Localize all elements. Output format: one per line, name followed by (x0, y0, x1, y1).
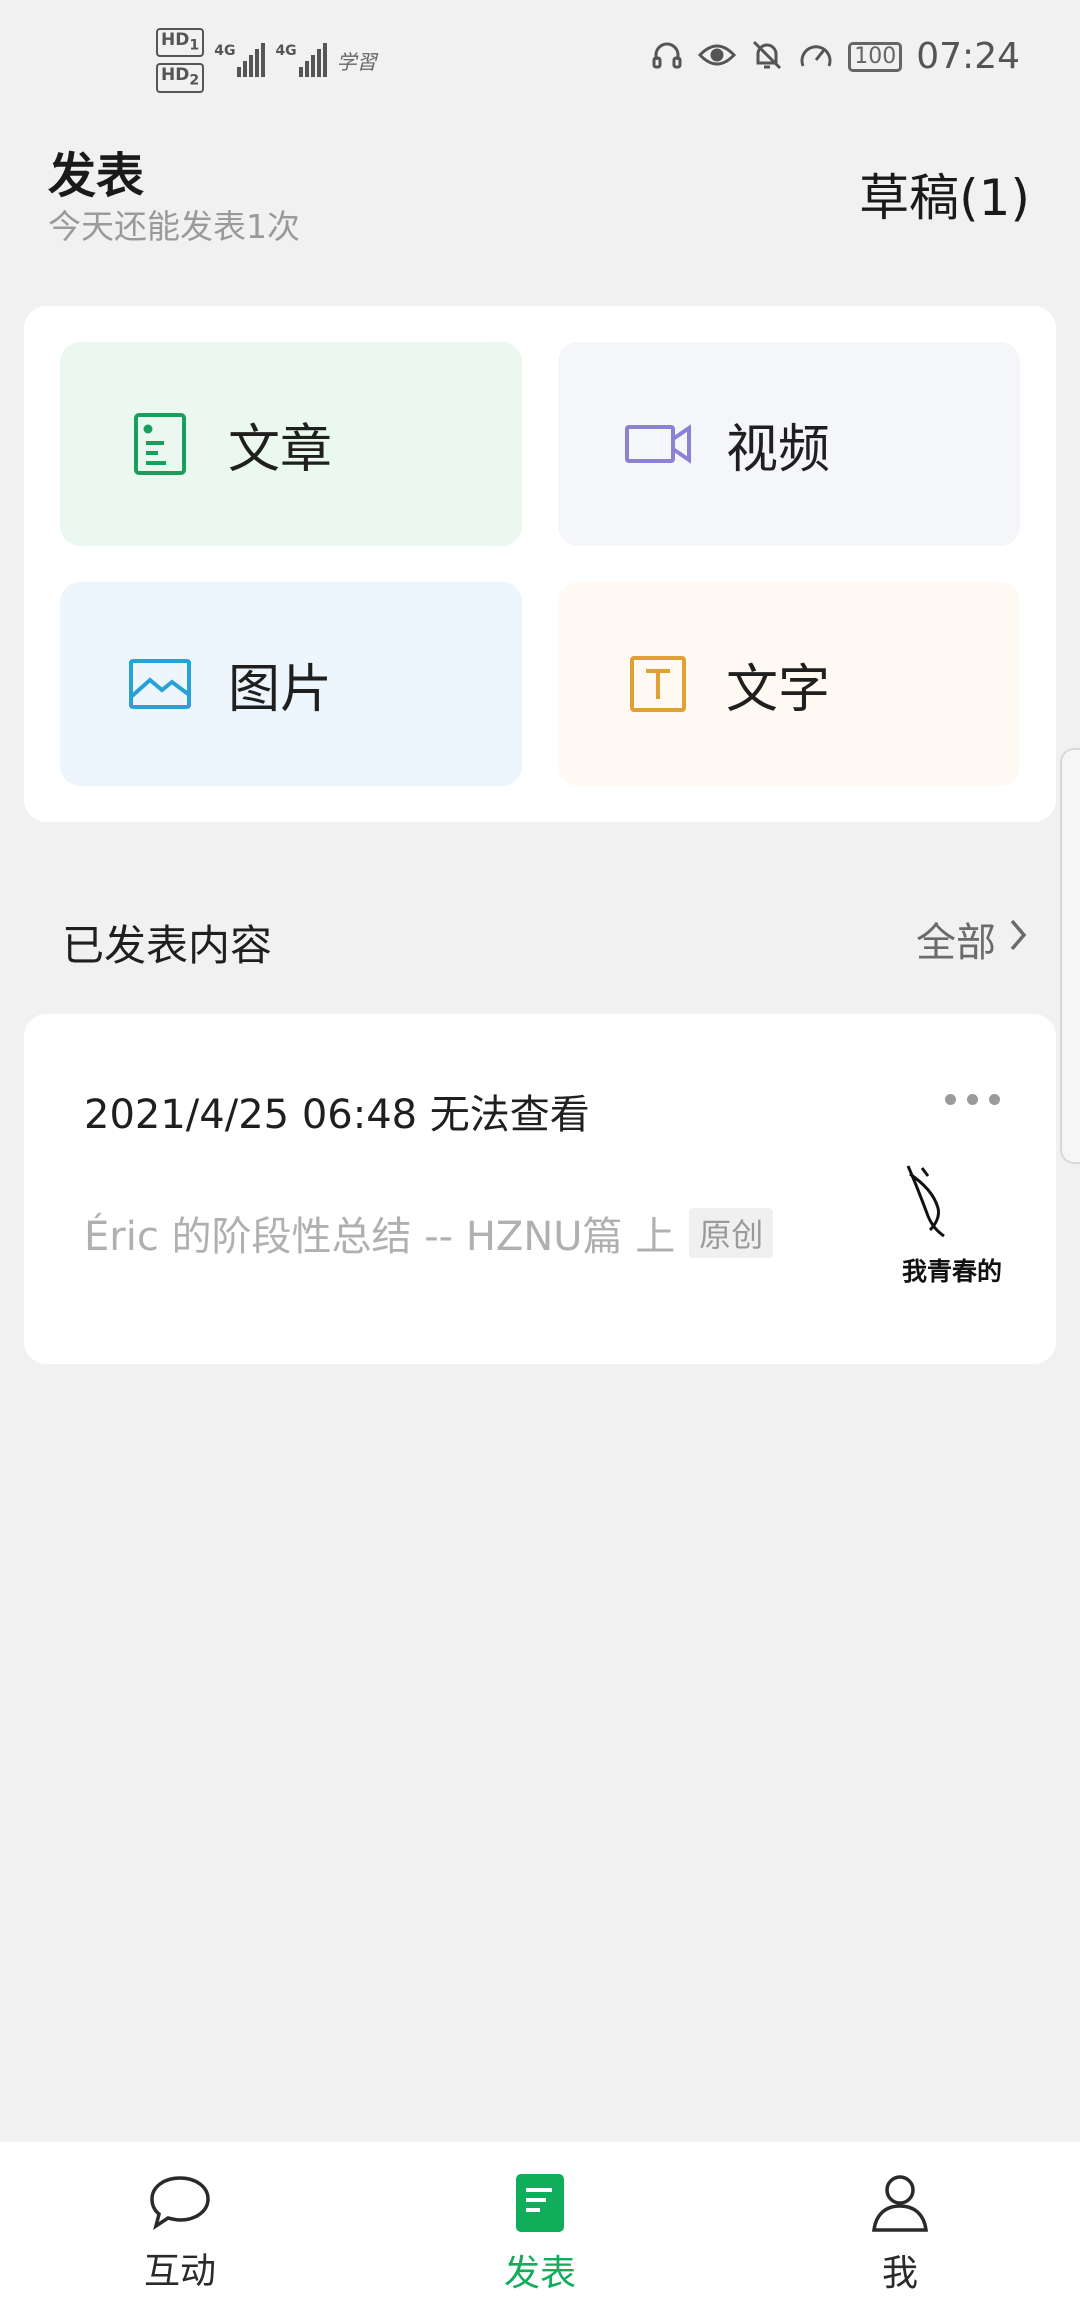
post-title: Éric 的阶段性总结 -- HZNU篇 上 (84, 1214, 676, 1260)
clock: 07:24 (916, 36, 1020, 77)
publish-image-label: 图片 (228, 659, 333, 720)
nav-tab-publish-label: 发表 (503, 2253, 576, 2294)
nav-tab-me[interactable]: 我 (800, 2172, 1000, 2296)
view-all-label: 全部 (916, 920, 996, 966)
status-bar: HD1 HD2 4G 4G 学習 100 07:24 (0, 0, 1080, 120)
chat-bubble-icon (148, 2172, 212, 2236)
post-datetime-status: 2021/4/25 06:48 无法查看 (84, 1092, 590, 1138)
person-icon (870, 2172, 930, 2238)
nav-tab-interact[interactable]: 互动 (80, 2172, 280, 2294)
published-section-title: 已发表内容 (62, 921, 273, 970)
mute-bell-icon (750, 38, 784, 76)
publish-video-label: 视频 (726, 419, 831, 480)
drafts-button[interactable]: 草稿(1) (859, 158, 1030, 230)
published-post-card[interactable]: 2021/4/25 06:48 无法查看 Éric 的阶段性总结 -- HZNU… (24, 1014, 1056, 1364)
publish-options-card: 文章 视频 图片 文字 (24, 306, 1056, 822)
publish-image-button[interactable]: 图片 (60, 582, 522, 786)
thumbnail-caption: 我青春的 (902, 1257, 1003, 1286)
page-subtitle: 今天还能发表1次 (48, 207, 300, 246)
post-title-row: Éric 的阶段性总结 -- HZNU篇 上 原创 (84, 1204, 774, 1262)
publish-text-button[interactable]: 文字 (558, 582, 1020, 786)
hd1-badge: HD1 (156, 28, 205, 58)
publish-video-button[interactable]: 视频 (558, 342, 1020, 546)
view-all-link[interactable]: 全部 (916, 910, 1028, 968)
carrier-note: 学習 (336, 49, 377, 74)
publish-article-label: 文章 (228, 419, 333, 480)
side-edge-handle[interactable] (1060, 748, 1080, 1164)
nav-tab-interact-label: 互动 (143, 2251, 216, 2292)
original-tag: 原创 (689, 1208, 774, 1258)
hd2-badge: HD2 (156, 63, 205, 93)
status-right: 100 07:24 (650, 36, 1020, 77)
article-icon (120, 404, 200, 484)
eye-comfort-icon (698, 40, 737, 74)
image-icon (120, 644, 200, 724)
more-options-icon[interactable] (945, 1094, 1000, 1105)
sim1-signal-icon: 4G (214, 43, 266, 78)
post-thumbnail: 我青春的 (888, 1164, 1012, 1298)
nav-tab-me-label: 我 (881, 2253, 918, 2294)
chevron-right-icon (1008, 916, 1028, 962)
text-icon (618, 644, 698, 724)
hd-indicators: HD1 HD2 (156, 28, 205, 93)
nav-tab-publish[interactable]: 发表 (440, 2172, 640, 2296)
video-icon (618, 404, 698, 484)
publish-text-label: 文字 (726, 659, 831, 720)
bottom-navigation: 互动 发表 我 (0, 2142, 1080, 2310)
status-left: HD1 HD2 4G 4G 学習 (156, 28, 377, 93)
publish-doc-icon (514, 2172, 566, 2238)
page-title: 发表 (48, 148, 145, 204)
headphones-icon (650, 38, 684, 76)
sim2-signal-icon: 4G (275, 43, 327, 78)
speedometer-icon (798, 38, 834, 76)
publish-article-button[interactable]: 文章 (60, 342, 522, 546)
battery-icon: 100 (848, 41, 903, 72)
